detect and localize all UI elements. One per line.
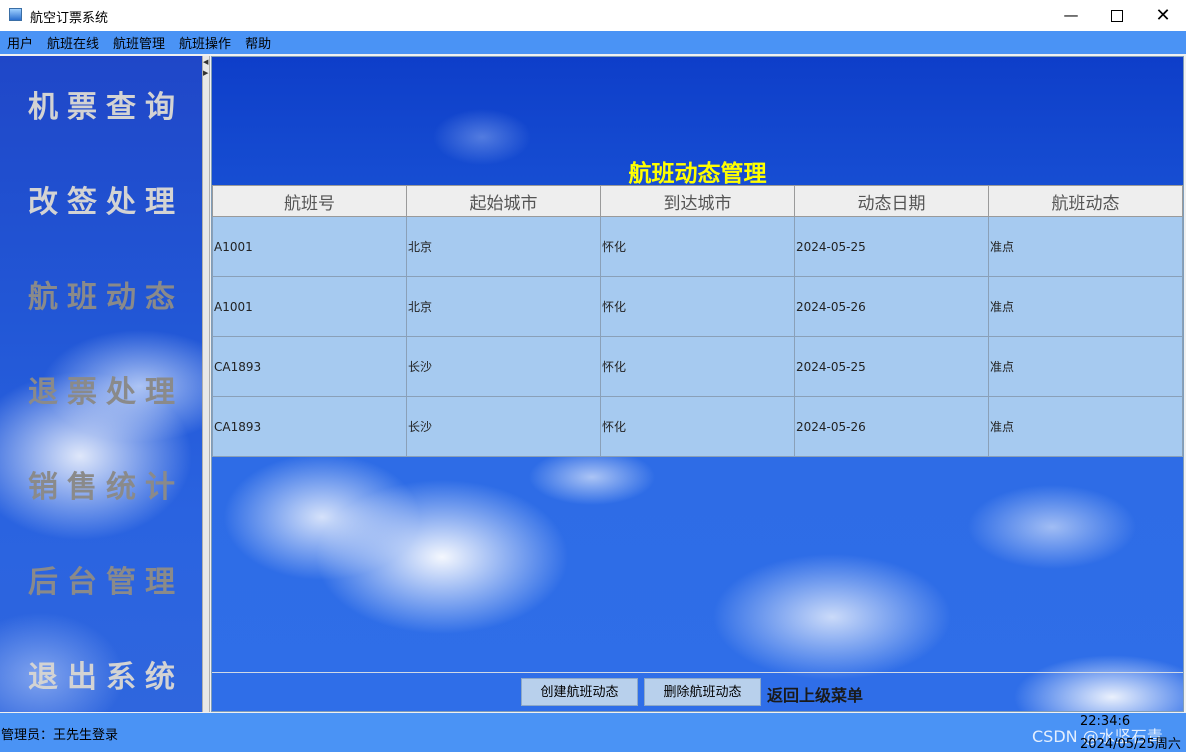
title-bar: 航空订票系统 — ✕ [0, 0, 1186, 32]
create-flight-status-button[interactable]: 创建航班动态 [521, 678, 638, 706]
menu-flight-operation[interactable]: 航班操作 [172, 33, 238, 52]
window-title: 航空订票系统 [30, 11, 109, 26]
table-row[interactable]: A1001 北京 怀化 2024-05-26 准点 [212, 276, 1183, 337]
table-cell[interactable]: 北京 [406, 276, 601, 337]
nav-sales-stats[interactable]: 销售统计 [28, 462, 184, 506]
expand-right-icon[interactable]: ▶ [203, 69, 208, 77]
nav-panel: 机票查询 改签处理 航班动态 退票处理 销售统计 后台管理 退出系统 [0, 56, 203, 712]
split-pane-divider[interactable]: ◀ ▶ [202, 56, 210, 712]
app-icon [9, 8, 22, 21]
menu-help[interactable]: 帮助 [238, 33, 278, 52]
table-row[interactable]: CA1893 长沙 怀化 2024-05-26 准点 [212, 396, 1183, 457]
column-header[interactable]: 起始城市 [406, 185, 601, 217]
table-cell[interactable]: 2024-05-25 [794, 336, 989, 397]
divider [212, 672, 1183, 673]
flight-status-table: 航班号 起始城市 到达城市 动态日期 航班动态 A1001 北京 怀化 2024… [212, 185, 1183, 457]
table-cell[interactable]: 2024-05-26 [794, 276, 989, 337]
minimize-button[interactable]: — [1048, 0, 1094, 31]
table-cell[interactable]: 北京 [406, 216, 601, 277]
nav-refund[interactable]: 退票处理 [28, 367, 184, 411]
clock-date: 2024/05/25周六 [1080, 737, 1181, 752]
collapse-left-icon[interactable]: ◀ [203, 58, 208, 66]
table-cell[interactable]: 准点 [988, 396, 1183, 457]
status-bar: 管理员：王先生登录 CSDN @水坚石青 22:34:6 2024/05/25周… [0, 713, 1186, 752]
table-cell[interactable]: 长沙 [406, 336, 601, 397]
table-row[interactable]: A1001 北京 怀化 2024-05-25 准点 [212, 216, 1183, 277]
page-title: 航班动态管理 [628, 161, 767, 187]
column-header[interactable]: 航班号 [212, 185, 407, 217]
column-header[interactable]: 动态日期 [794, 185, 989, 217]
nav-backend[interactable]: 后台管理 [28, 557, 184, 601]
table-cell[interactable]: 怀化 [600, 216, 795, 277]
column-header[interactable]: 到达城市 [600, 185, 795, 217]
menu-bar: 用户 航班在线 航班管理 航班操作 帮助 [0, 31, 1186, 54]
table-cell[interactable]: 怀化 [600, 276, 795, 337]
table-cell[interactable]: 怀化 [600, 396, 795, 457]
nav-exit[interactable]: 退出系统 [28, 652, 184, 696]
table-cell[interactable]: 2024-05-26 [794, 396, 989, 457]
close-button[interactable]: ✕ [1140, 0, 1186, 31]
back-to-menu-link[interactable]: 返回上级菜单 [767, 682, 863, 706]
nav-flight-status[interactable]: 航班动态 [28, 272, 184, 316]
table-cell[interactable]: 准点 [988, 276, 1183, 337]
login-status: 管理员：王先生登录 [1, 728, 119, 743]
nav-ticket-query[interactable]: 机票查询 [28, 82, 184, 126]
table-cell[interactable]: 准点 [988, 336, 1183, 397]
table-cell[interactable]: A1001 [212, 276, 407, 337]
main-panel: 航班动态管理 航班号 起始城市 到达城市 动态日期 航班动态 A1001 北京 … [211, 56, 1184, 712]
maximize-icon [1111, 9, 1123, 22]
table-header-row: 航班号 起始城市 到达城市 动态日期 航班动态 [212, 185, 1183, 217]
table-cell[interactable]: CA1893 [212, 396, 407, 457]
clock-time: 22:34:6 [1080, 714, 1131, 729]
menu-flight-management[interactable]: 航班管理 [106, 33, 172, 52]
maximize-button[interactable] [1094, 0, 1140, 31]
delete-flight-status-button[interactable]: 删除航班动态 [644, 678, 761, 706]
nav-rebooking[interactable]: 改签处理 [28, 177, 184, 221]
table-row[interactable]: CA1893 长沙 怀化 2024-05-25 准点 [212, 336, 1183, 397]
menu-flight-online[interactable]: 航班在线 [40, 33, 106, 52]
table-cell[interactable]: 准点 [988, 216, 1183, 277]
table-cell[interactable]: 长沙 [406, 396, 601, 457]
column-header[interactable]: 航班动态 [988, 185, 1183, 217]
table-cell[interactable]: CA1893 [212, 336, 407, 397]
table-cell[interactable]: 怀化 [600, 336, 795, 397]
table-cell[interactable]: 2024-05-25 [794, 216, 989, 277]
table-cell[interactable]: A1001 [212, 216, 407, 277]
menu-user[interactable]: 用户 [0, 33, 40, 52]
